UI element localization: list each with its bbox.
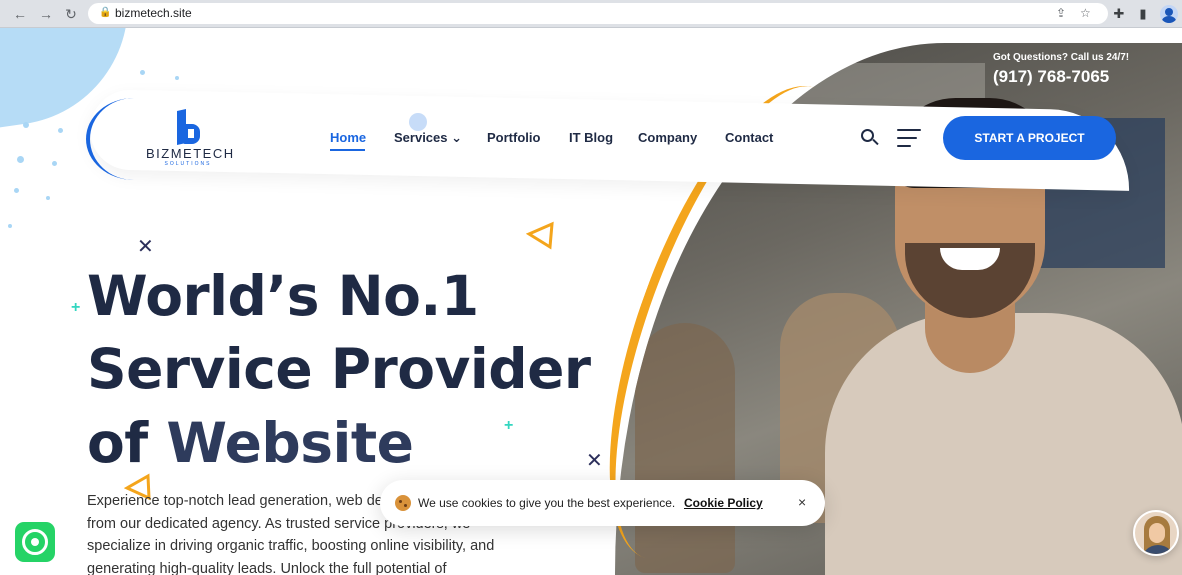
cookie-message: We use cookies to give you the best expe… [418, 496, 676, 510]
hero-heading-line-2: Service Provider [87, 337, 591, 401]
logo-subtitle: SOLUTIONS [164, 161, 212, 167]
live-chat-avatar[interactable] [1133, 510, 1179, 556]
hero-heading-line-3: of Website [87, 411, 414, 475]
address-bar[interactable]: 🔒 bizmetech.site ⇪ ☆ [88, 3, 1108, 24]
decor-dot [14, 188, 19, 193]
reload-icon[interactable]: ↻ [61, 4, 81, 24]
logo-mark-icon [175, 109, 201, 146]
share-icon[interactable]: ⇪ [1056, 6, 1066, 20]
decor-dot [52, 161, 57, 166]
decor-x-icon: ✕ [586, 450, 603, 472]
decor-dot [175, 76, 179, 80]
call-phone-number[interactable]: (917) 768-7065 [993, 67, 1109, 87]
decor-dot [58, 128, 63, 133]
start-project-button[interactable]: START A PROJECT [943, 116, 1116, 160]
side-panel-icon[interactable]: ▮ [1133, 4, 1153, 24]
extensions-icon[interactable]: ✚ [1109, 4, 1129, 24]
profile-avatar-icon[interactable] [1160, 5, 1178, 23]
hero-heading-of: of [87, 411, 167, 475]
nav-company[interactable]: Company [638, 130, 697, 145]
nav-it-blog[interactable]: IT Blog [569, 130, 613, 145]
nav-home[interactable]: Home [330, 130, 366, 145]
url-text[interactable]: bizmetech.site [115, 6, 192, 20]
cookie-icon [395, 495, 411, 511]
cookie-banner: We use cookies to give you the best expe… [380, 480, 825, 526]
decor-dot [46, 196, 50, 200]
nav-active-underline [330, 149, 365, 151]
decor-dot [8, 224, 12, 228]
decor-plus-icon: + [504, 417, 514, 434]
logo-name: BIZMETECH [146, 146, 235, 161]
nav-contact[interactable]: Contact [725, 130, 773, 145]
hero-heading-line-1: World’s No.1 [87, 264, 479, 328]
decor-dot [17, 156, 24, 163]
nav-portfolio[interactable]: Portfolio [487, 130, 540, 145]
web-page: Got Questions? Call us 24/7! (917) 768-7… [0, 28, 1182, 575]
hero-heading-website: Website [166, 411, 414, 475]
browser-toolbar: ← → ↻ 🔒 bizmetech.site ⇪ ☆ ✚ ▮ [0, 0, 1182, 28]
back-icon[interactable]: ← [10, 4, 30, 24]
cookie-policy-link[interactable]: Cookie Policy [684, 496, 763, 510]
whatsapp-chat-button[interactable] [15, 522, 55, 562]
nav-services[interactable]: Services ⌄ [394, 130, 462, 146]
whatsapp-icon [22, 529, 48, 555]
hamburger-menu-icon[interactable] [897, 128, 923, 148]
forward-icon[interactable]: → [36, 4, 56, 24]
decor-dot [140, 70, 145, 75]
call-label: Got Questions? Call us 24/7! [993, 52, 1130, 63]
close-icon[interactable]: × [798, 494, 806, 510]
decor-triangle-icon [526, 221, 554, 250]
decor-dot [409, 113, 427, 131]
search-icon[interactable] [861, 129, 879, 147]
lock-icon: 🔒 [99, 7, 112, 18]
bookmark-star-icon[interactable]: ☆ [1080, 6, 1091, 20]
site-logo[interactable]: BIZMETECH SOLUTIONS [146, 109, 235, 170]
decor-x-icon: ✕ [137, 236, 154, 258]
decor-dot [23, 122, 29, 128]
decor-plus-icon: + [71, 299, 81, 316]
